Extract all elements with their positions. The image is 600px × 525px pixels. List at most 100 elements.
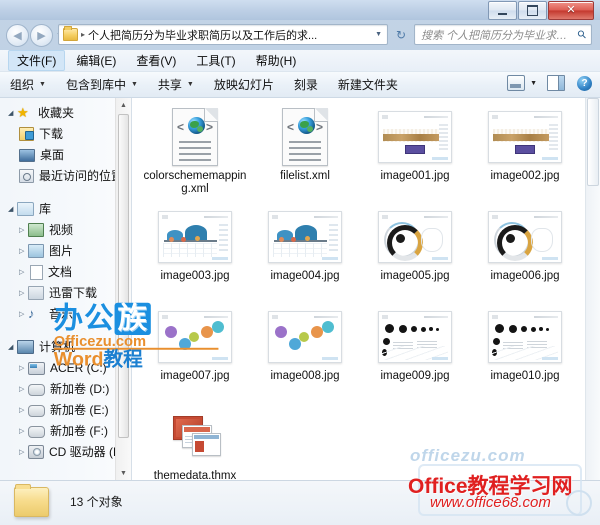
menu-item-file[interactable]: 文件(F)	[8, 50, 66, 71]
explorer-window: ✕ ◀ ▶ ▼ ▸ 个人把简历分为毕业求职简历以及工作后的求... ▼ ↻ 搜索…	[0, 0, 600, 525]
refresh-button[interactable]: ↻	[392, 25, 410, 44]
forward-button[interactable]: ▶	[30, 24, 53, 47]
file-name: image002.jpg	[490, 170, 560, 182]
file-item[interactable]: image003.jpg	[140, 202, 250, 302]
sidebar-item-downloads[interactable]: 下载	[0, 123, 116, 144]
file-name: image007.jpg	[160, 370, 230, 382]
back-button[interactable]: ◀	[6, 24, 29, 47]
breadcrumb[interactable]: ▸ 个人把简历分为毕业求职简历以及工作后的求... ▼	[58, 24, 388, 45]
help-icon[interactable]: ?	[577, 75, 592, 91]
scroll-down-icon[interactable]: ▼	[116, 466, 131, 480]
preview-pane-icon[interactable]	[547, 75, 565, 91]
collapse-triangle-icon[interactable]: ▷	[19, 406, 28, 414]
sidebar-item-music[interactable]: ▷ ♪ 音乐	[0, 303, 116, 324]
sidebar-item-pictures[interactable]: ▷ 图片	[0, 240, 116, 261]
documents-icon	[30, 264, 43, 280]
file-scroll-thumb[interactable]	[587, 98, 599, 186]
sidebar-group-label: 库	[39, 202, 52, 216]
file-thumbnail	[376, 306, 454, 368]
sidebar-item-thunder-download[interactable]: ▷ 迅雷下载	[0, 282, 116, 303]
file-item[interactable]: image009.jpg	[360, 302, 470, 402]
file-thumbnail	[376, 206, 454, 268]
sidebar-item-label: 下载	[39, 127, 64, 141]
minimize-button[interactable]	[488, 1, 517, 20]
chevron-down-icon[interactable]: ▼	[530, 80, 537, 87]
music-icon: ♪	[28, 305, 35, 321]
file-item[interactable]: image008.jpg	[250, 302, 360, 402]
toolbar-share-button[interactable]: 共享 ▼	[158, 76, 194, 93]
file-item[interactable]: image005.jpg	[360, 202, 470, 302]
sidebar-item-label: ACER (C:)	[50, 360, 107, 375]
file-item[interactable]: image010.jpg	[470, 302, 580, 402]
toolbar-slideshow-button[interactable]: 放映幻灯片	[214, 76, 274, 93]
expand-triangle-icon[interactable]: ◢	[8, 205, 17, 213]
window-controls: ✕	[487, 1, 594, 20]
close-button[interactable]: ✕	[548, 1, 594, 20]
sidebar-group-favorites[interactable]: ◢ ★ 收藏夹	[0, 102, 116, 123]
sidebar-item-recent-places[interactable]: 最近访问的位置	[0, 165, 123, 186]
image-thumbnail	[268, 311, 342, 363]
menu-item-view[interactable]: 查看(V)	[127, 50, 185, 71]
video-icon	[28, 223, 44, 237]
file-item[interactable]: image007.jpg	[140, 302, 250, 402]
toolbar-new-folder-button[interactable]: 新建文件夹	[338, 76, 398, 93]
expand-triangle-icon[interactable]: ◢	[8, 109, 17, 117]
collapse-triangle-icon[interactable]: ▷	[19, 247, 28, 255]
collapse-triangle-icon[interactable]: ▷	[19, 268, 28, 276]
toolbar-organize-button[interactable]: 组织 ▼	[10, 76, 46, 93]
toolbar-include-in-library-button[interactable]: 包含到库中 ▼	[66, 76, 138, 93]
sidebar-item-label: 桌面	[40, 148, 65, 162]
address-bar: ◀ ▶ ▼ ▸ 个人把简历分为毕业求职简历以及工作后的求... ▼ ↻ 搜索 个…	[0, 20, 600, 50]
chevron-down-icon[interactable]: ▼	[375, 31, 382, 38]
xml-file-icon: < >	[282, 108, 328, 166]
collapse-triangle-icon[interactable]: ▷	[19, 385, 28, 393]
sidebar-item-documents[interactable]: ▷ 文档	[0, 261, 116, 282]
sidebar-group-computer[interactable]: ◢ 计算机	[0, 336, 116, 357]
folder-icon	[63, 26, 78, 41]
sidebar-item-label: 图片	[49, 244, 74, 258]
toolbar-burn-button[interactable]: 刻录	[294, 76, 318, 93]
computer-icon	[17, 340, 34, 354]
collapse-triangle-icon[interactable]: ▷	[19, 289, 28, 297]
file-item[interactable]: < > filelist.xml	[250, 102, 360, 202]
navigation-tree: ◢ ★ 收藏夹 下载 桌面 最近访问的位置 ◢ 库 ▷ 视频 ▷ 图片 ▷ 文档…	[0, 102, 131, 462]
image-thumbnail	[268, 211, 342, 263]
collapse-triangle-icon[interactable]: ▷	[19, 448, 28, 456]
file-item[interactable]: image004.jpg	[250, 202, 360, 302]
file-item[interactable]: image001.jpg	[360, 102, 470, 202]
collapse-triangle-icon[interactable]: ▷	[19, 226, 28, 234]
sidebar-group-label: 收藏夹	[38, 106, 75, 120]
file-item[interactable]: image002.jpg	[470, 102, 580, 202]
sidebar-item-drive-c[interactable]: ▷ ACER (C:)	[0, 357, 116, 378]
sidebar-group-libraries[interactable]: ◢ 库	[0, 198, 116, 219]
image-thumbnail	[378, 311, 452, 363]
chevron-down-icon: ▼	[130, 81, 138, 88]
sidebar-item-cd-drive[interactable]: ▷ CD 驱动器 (H:) (	[0, 441, 131, 462]
change-view-icon[interactable]	[507, 75, 526, 91]
menu-item-help[interactable]: 帮助(H)	[247, 50, 306, 71]
sidebar-scroll-thumb[interactable]	[118, 114, 129, 438]
menu-item-tools[interactable]: 工具(T)	[187, 50, 244, 71]
search-box[interactable]: 搜索 个人把简历分为毕业求职简历以... ⚲	[414, 24, 592, 45]
collapse-triangle-icon[interactable]: ▷	[19, 364, 28, 372]
pictures-icon	[28, 244, 44, 258]
collapse-triangle-icon[interactable]: ▷	[19, 310, 28, 318]
sidebar-item-drive-f[interactable]: ▷ 新加卷 (F:)	[0, 420, 116, 441]
scroll-up-icon[interactable]: ▲	[116, 98, 131, 112]
sidebar-item-drive-d[interactable]: ▷ 新加卷 (D:)	[0, 378, 116, 399]
sidebar-item-desktop[interactable]: 桌面	[0, 144, 116, 165]
file-thumbnail: < >	[266, 106, 344, 168]
sidebar-item-videos[interactable]: ▷ 视频	[0, 219, 116, 240]
file-list-scrollbar[interactable]	[585, 98, 600, 480]
file-item[interactable]: image006.jpg	[470, 202, 580, 302]
expand-triangle-icon[interactable]: ◢	[8, 343, 17, 351]
maximize-button[interactable]	[518, 1, 547, 20]
menu-item-edit[interactable]: 编辑(E)	[67, 50, 125, 71]
search-input[interactable]: 搜索 个人把简历分为毕业求职简历以...	[421, 27, 578, 43]
file-item[interactable]: < > colorschememapping.xml	[140, 102, 250, 202]
file-grid: < > colorschememapping.xml < > filelist.…	[140, 102, 588, 480]
sidebar-item-drive-e[interactable]: ▷ 新加卷 (E:)	[0, 399, 116, 420]
sidebar-scrollbar[interactable]: ▲ ▼	[115, 98, 131, 480]
collapse-triangle-icon[interactable]: ▷	[19, 427, 28, 435]
file-item[interactable]: themedata.thmx	[140, 402, 250, 480]
